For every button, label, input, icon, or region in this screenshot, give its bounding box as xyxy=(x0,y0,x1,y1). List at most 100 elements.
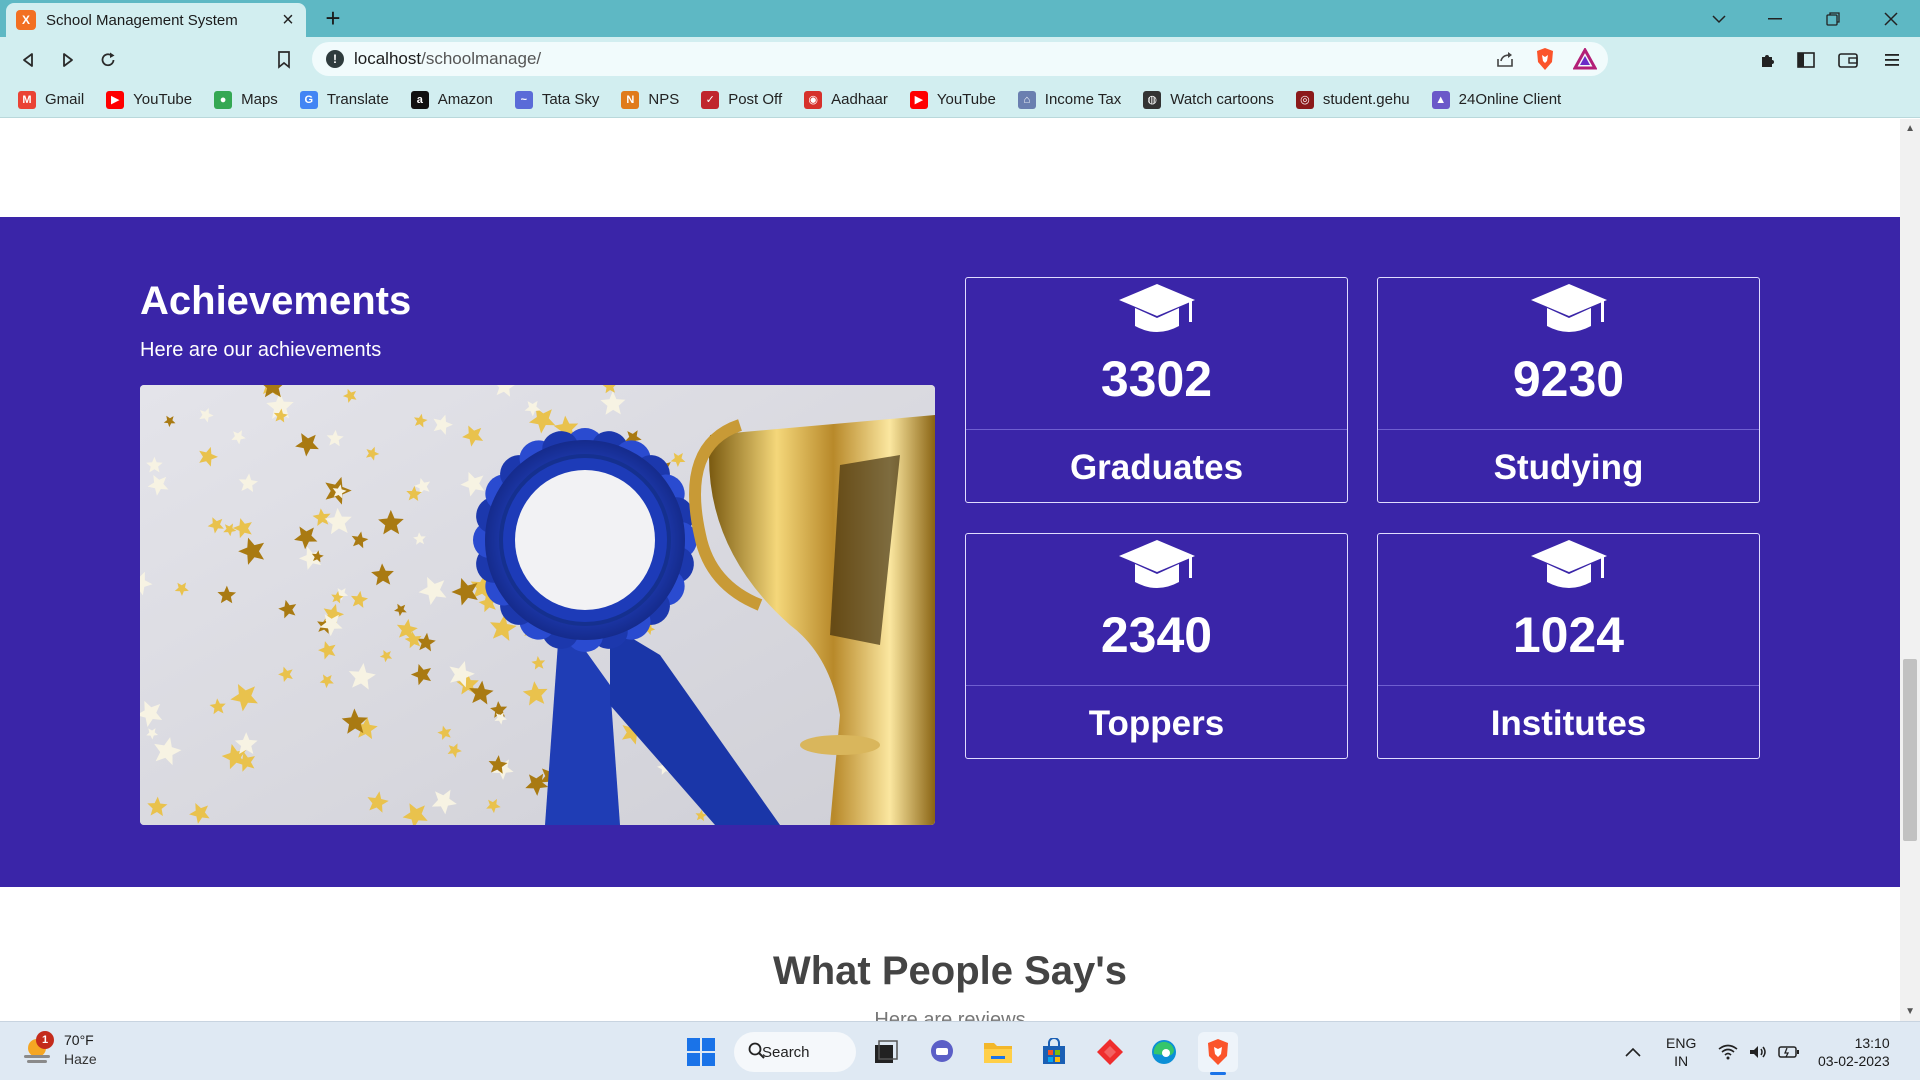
teams-chat-button[interactable] xyxy=(922,1032,962,1072)
achievements-image xyxy=(140,385,935,825)
bookmark-label: YouTube xyxy=(133,91,193,108)
browser-toolbar: ! localhost/schoolmanage/ xyxy=(0,37,1920,82)
windows-taskbar: 1 70°F Haze Search ENG IN 13:10 03-02-20… xyxy=(0,1021,1920,1080)
stat-card-toppers: 2340 Toppers xyxy=(965,533,1348,759)
search-icon xyxy=(748,1042,765,1059)
stat-label: Institutes xyxy=(1490,704,1647,743)
share-icon[interactable] xyxy=(1492,46,1518,72)
weather-widget[interactable]: 1 70°F Haze xyxy=(20,1031,97,1069)
stat-label: Graduates xyxy=(1069,448,1244,487)
edge-icon xyxy=(1152,1040,1176,1064)
postoffice-icon: ✓ xyxy=(701,90,720,109)
volume-icon xyxy=(1750,1045,1766,1058)
system-tray-status[interactable] xyxy=(1718,1022,1800,1080)
stat-card-institutes: 1024 Institutes xyxy=(1377,533,1760,759)
graduation-cap-icon xyxy=(1119,284,1195,332)
bookmark-gmail[interactable]: M Gmail xyxy=(18,90,84,109)
tab-close-icon[interactable]: × xyxy=(276,8,300,32)
weather-haze-icon: 1 xyxy=(20,1031,54,1067)
bookmark-label: Maps xyxy=(241,91,278,108)
weather-condition: Haze xyxy=(64,1051,97,1067)
bookmark-income-tax[interactable]: ⌂ Income Tax xyxy=(1017,90,1122,109)
bookmark-student-gehu[interactable]: ◎ student.gehu xyxy=(1295,90,1410,109)
extensions-icon[interactable] xyxy=(1752,44,1784,76)
site-info-icon[interactable]: ! xyxy=(326,50,344,68)
bookmark-24online-client[interactable]: ▲ 24Online Client xyxy=(1431,90,1562,109)
language-indicator[interactable]: ENG IN xyxy=(1666,1022,1696,1080)
microsoft-store-button[interactable] xyxy=(1034,1032,1074,1072)
wallet-icon[interactable] xyxy=(1832,44,1864,76)
show-hidden-icons-button[interactable] xyxy=(1625,1022,1641,1080)
search-label: Search xyxy=(762,1043,810,1061)
clock-date: 03-02-2023 xyxy=(1818,1052,1890,1069)
active-app-indicator xyxy=(1210,1072,1226,1075)
new-tab-button[interactable]: + xyxy=(318,5,348,33)
bookmark-amazon[interactable]: a Amazon xyxy=(410,90,493,109)
task-view-button[interactable] xyxy=(866,1032,906,1072)
bookmark-maps[interactable]: ● Maps xyxy=(214,90,278,109)
bookmark-label: Watch cartoons xyxy=(1170,91,1274,108)
stat-number: 1024 xyxy=(1512,607,1625,663)
tatasky-icon: ~ xyxy=(514,90,533,109)
tab-search-chevron-icon[interactable] xyxy=(1696,0,1742,37)
minimize-button[interactable] xyxy=(1752,0,1798,37)
achievements-section: Achievements Here are our achievements 3… xyxy=(0,217,1900,887)
brave-shields-icon[interactable] xyxy=(1532,46,1558,72)
nps-icon: N xyxy=(621,90,640,109)
bookmark-tata-sky[interactable]: ~ Tata Sky xyxy=(514,90,600,109)
taskbar-search[interactable]: Search xyxy=(734,1032,856,1072)
store-icon xyxy=(1043,1038,1065,1064)
start-button[interactable] xyxy=(681,1032,721,1072)
wifi-icon xyxy=(1718,1044,1738,1059)
bookmark-label: Income Tax xyxy=(1044,91,1122,108)
tab-school-management[interactable]: X School Management System × xyxy=(6,3,306,37)
bookmark-youtube[interactable]: ▶ YouTube xyxy=(106,90,193,109)
forward-button[interactable] xyxy=(52,44,84,76)
anydesk-button[interactable] xyxy=(1090,1032,1130,1072)
forward-icon xyxy=(63,53,73,67)
aadhaar-icon: ◉ xyxy=(804,90,823,109)
bookmark-label: Tata Sky xyxy=(541,91,600,108)
bookmark-page-button[interactable] xyxy=(268,44,300,76)
clock[interactable]: 13:10 03-02-2023 xyxy=(1818,1022,1890,1080)
brave-taskbar-button[interactable] xyxy=(1198,1032,1238,1075)
gehu-icon: ◎ xyxy=(1295,90,1314,109)
back-icon xyxy=(23,53,33,67)
achievements-subtitle: Here are our achievements xyxy=(140,339,382,361)
sidebar-icon[interactable] xyxy=(1790,44,1822,76)
24online-icon: ▲ xyxy=(1431,90,1450,109)
scrollbar-thumb[interactable] xyxy=(1903,659,1917,841)
scroll-down-arrow-icon[interactable]: ▼ xyxy=(1905,1006,1915,1017)
reload-icon xyxy=(101,52,115,67)
bookmark-post-off[interactable]: ✓ Post Off xyxy=(701,90,782,109)
page-scrollbar[interactable]: ▲ ▼ xyxy=(1900,119,1920,1021)
bookmark-watch-cartoons[interactable]: ◍ Watch cartoons xyxy=(1143,90,1274,109)
url-text[interactable]: localhost/schoolmanage/ xyxy=(354,49,541,69)
bookmark-nps[interactable]: N NPS xyxy=(621,90,680,109)
bookmark-label: Aadhaar xyxy=(831,91,888,108)
stat-label: Toppers xyxy=(1088,704,1225,743)
edge-button[interactable] xyxy=(1144,1032,1184,1072)
reload-button[interactable] xyxy=(92,44,124,76)
scroll-up-arrow-icon[interactable]: ▲ xyxy=(1905,123,1915,134)
reviews-title: What People Say's xyxy=(772,949,1128,993)
weather-notification-badge: 1 xyxy=(36,1031,54,1049)
bookmark-label: NPS xyxy=(648,91,680,108)
teams-chat-icon xyxy=(931,1040,953,1062)
address-bar[interactable]: ! localhost/schoolmanage/ xyxy=(312,42,1608,76)
menu-icon[interactable] xyxy=(1876,44,1908,76)
file-explorer-button[interactable] xyxy=(978,1032,1018,1072)
bookmark-aadhaar[interactable]: ◉ Aadhaar xyxy=(804,90,888,109)
back-button[interactable] xyxy=(12,44,44,76)
close-window-button[interactable] xyxy=(1868,0,1914,37)
browser-titlebar: X School Management System × + xyxy=(0,0,1920,37)
bookmark-label: 24Online Client xyxy=(1458,91,1562,108)
stat-label: Studying xyxy=(1493,448,1644,487)
bookmark-youtube[interactable]: ▶ YouTube xyxy=(909,90,996,109)
brave-rewards-icon[interactable] xyxy=(1572,46,1598,72)
amazon-icon: a xyxy=(410,90,429,109)
bookmark-translate[interactable]: G Translate xyxy=(299,90,389,109)
restore-button[interactable] xyxy=(1810,0,1856,37)
stat-card-graduates: 3302 Graduates xyxy=(965,277,1348,503)
graduation-cap-icon xyxy=(1531,540,1607,588)
